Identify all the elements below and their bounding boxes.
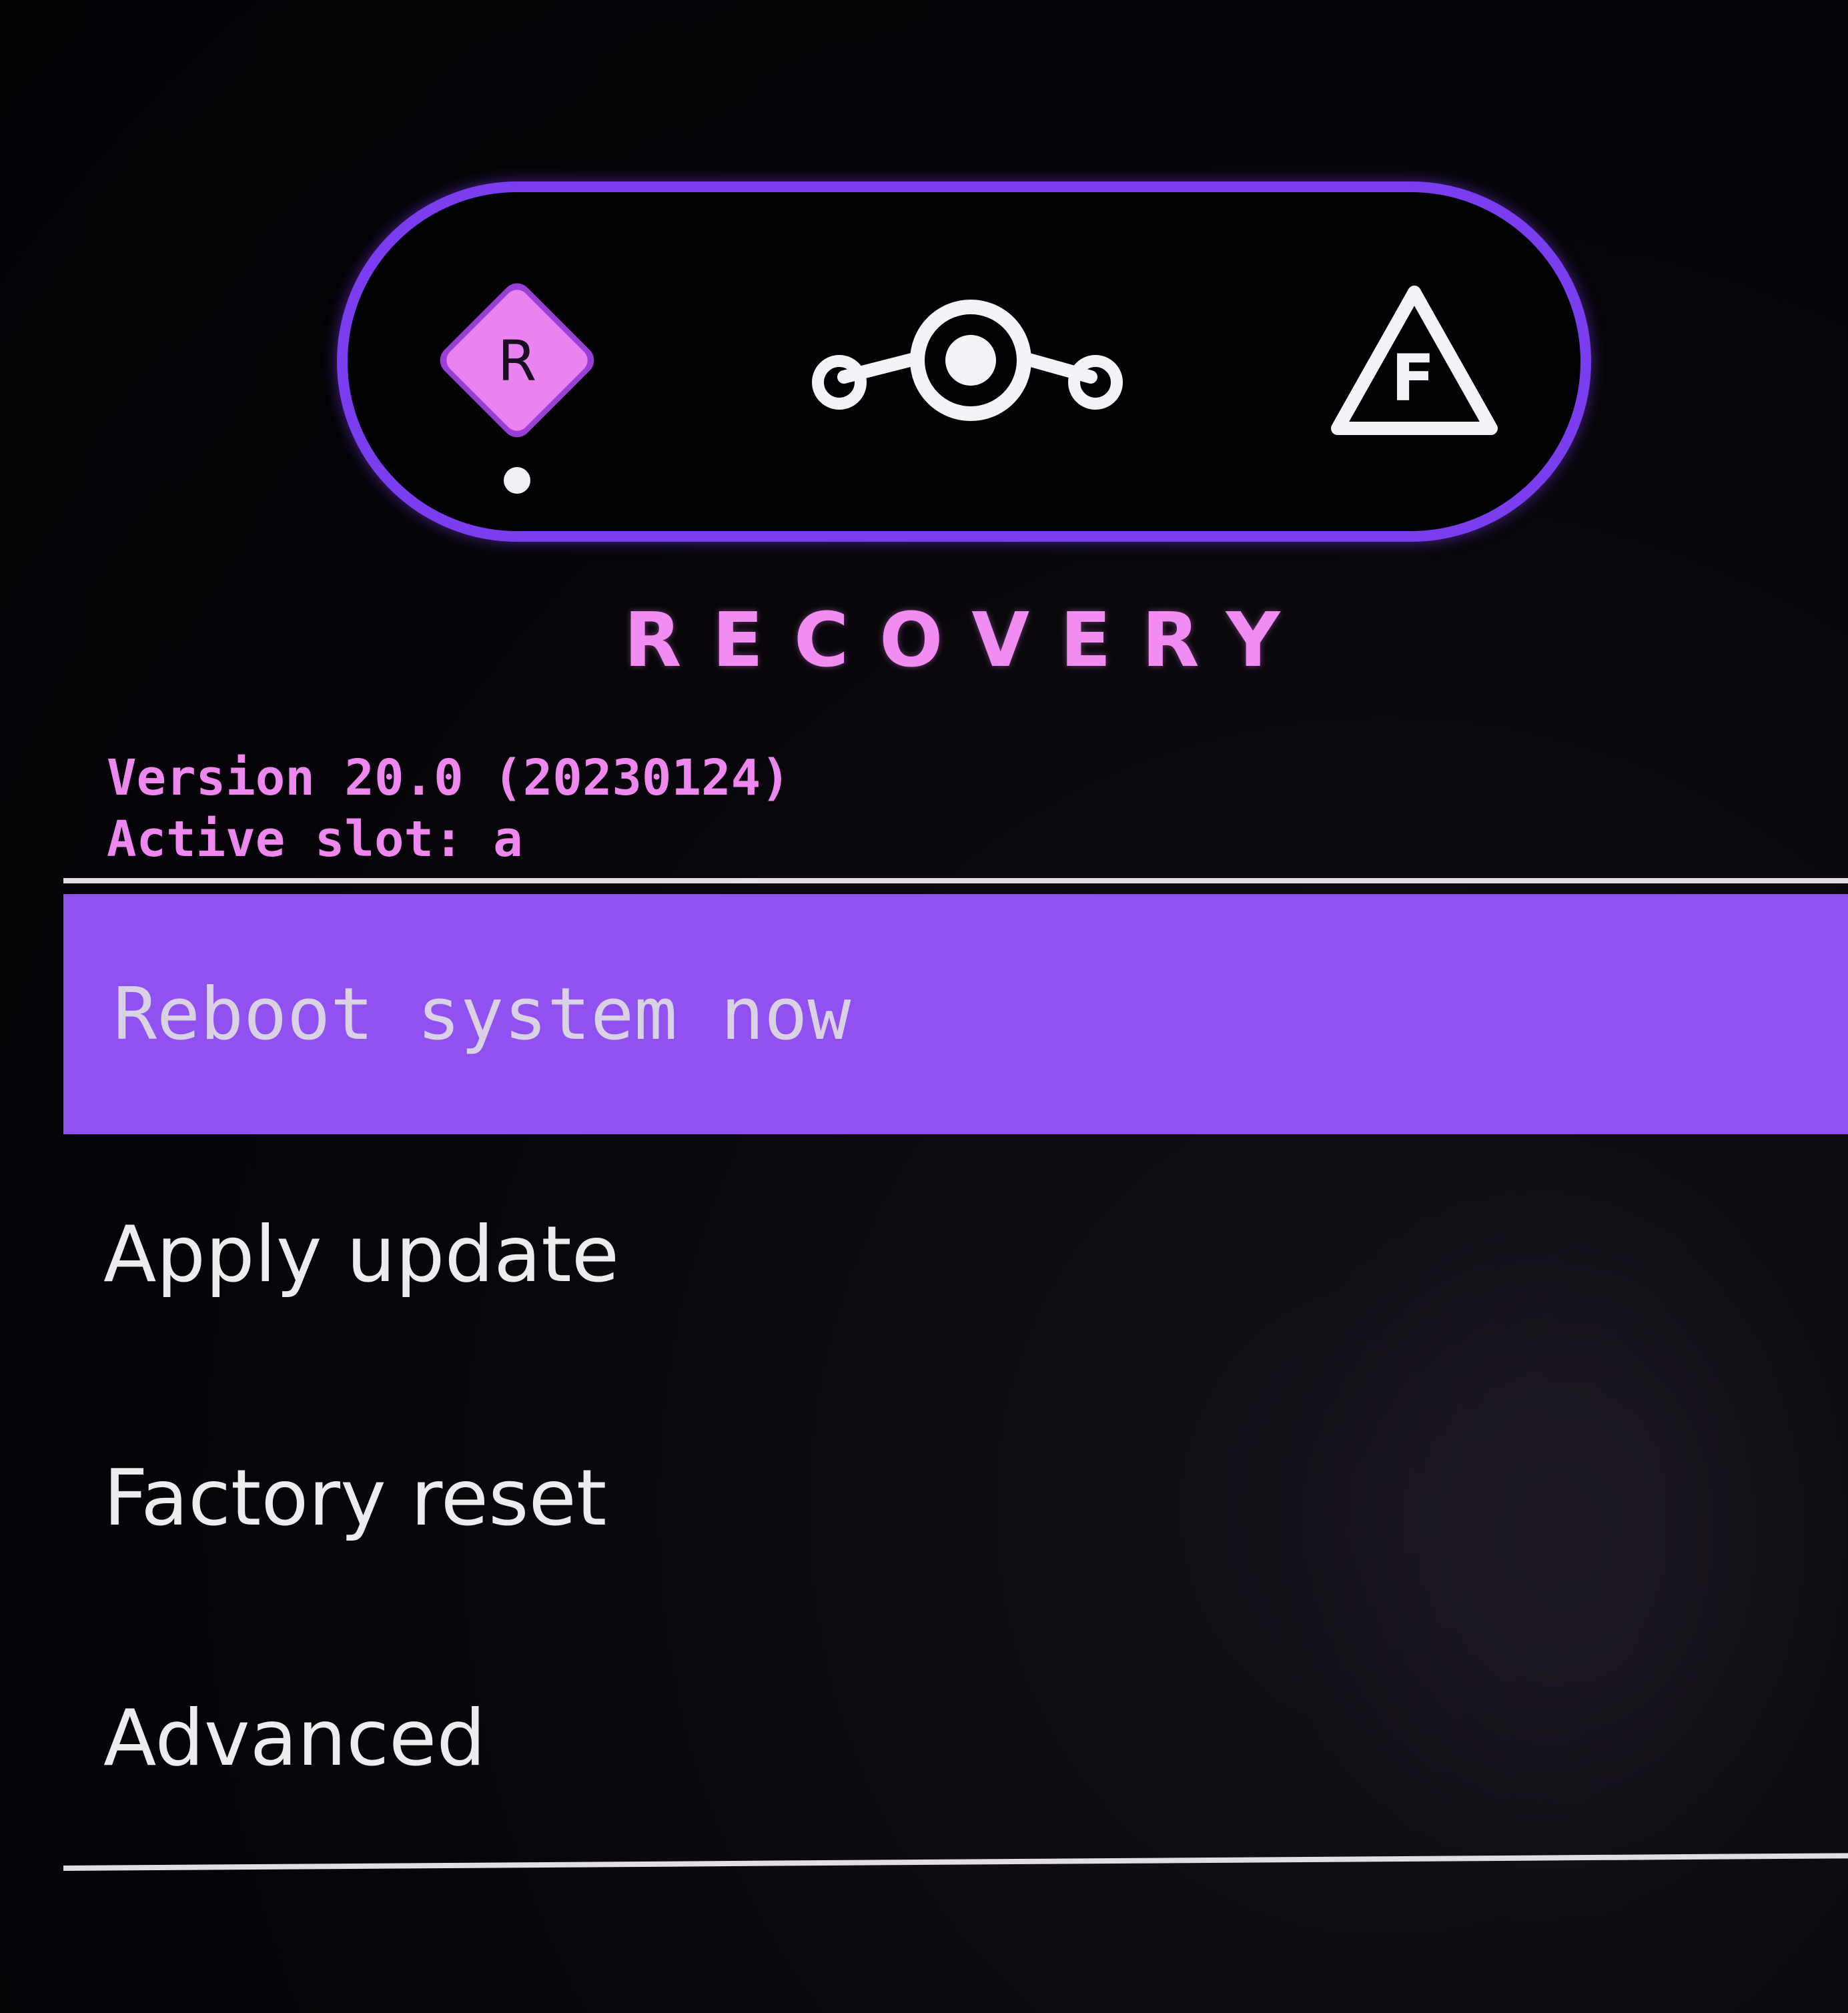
menu-item-advanced[interactable]: Advanced xyxy=(63,1658,1848,1818)
active-slot-text: Active slot: a xyxy=(107,811,523,868)
device-info: Version 20.0 (20230124) Active slot: a xyxy=(107,747,791,870)
menu-item-apply-update[interactable]: Apply update xyxy=(63,1174,1848,1334)
menu-item-reboot-system-now[interactable]: Reboot system now xyxy=(63,894,1848,1134)
lineageos-logo-icon[interactable] xyxy=(807,297,1127,430)
menu-item-factory-reset[interactable]: Factory reset xyxy=(63,1418,1848,1578)
fastboot-icon-letter: F xyxy=(1391,341,1435,416)
active-indicator-dot xyxy=(504,467,530,494)
recovery-icon-letter: R xyxy=(498,328,536,394)
mode-title: RECOVERY xyxy=(624,597,1311,684)
recovery-screen: R F RECOVERY Version 20.0 (20230124) Act… xyxy=(0,0,1848,2013)
recovery-icon[interactable]: R xyxy=(427,274,607,500)
version-text: Version 20.0 (20230124) xyxy=(107,749,791,807)
fastboot-icon[interactable]: F xyxy=(1324,280,1504,440)
menu-bottom-divider xyxy=(63,1853,1848,1871)
menu-top-divider xyxy=(63,878,1848,883)
